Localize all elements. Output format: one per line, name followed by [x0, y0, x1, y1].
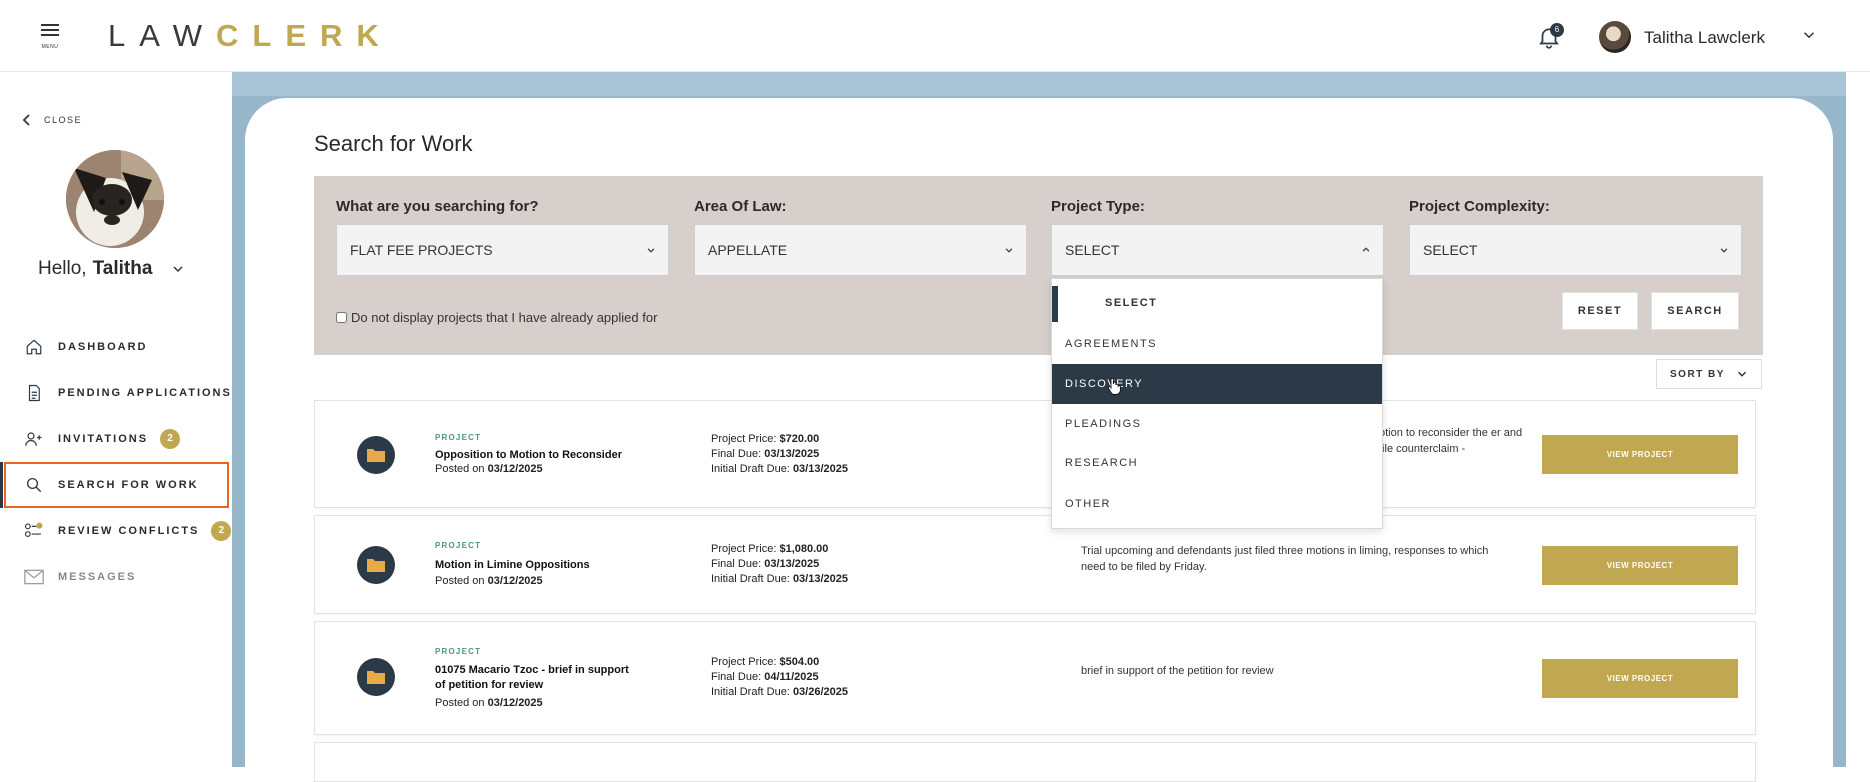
home-icon: [24, 337, 44, 357]
project-meta: Project Price: $1,080.00 Final Due: 03/1…: [711, 543, 848, 585]
invitations-count-badge: 2: [160, 429, 181, 449]
dog-photo-icon: [66, 150, 164, 248]
searching-for-label: What are you searching for?: [336, 198, 539, 215]
mail-icon: [24, 567, 44, 587]
menu-button[interactable]: MENU: [38, 22, 62, 52]
page-title: Search for Work: [314, 131, 473, 156]
folder-icon: [357, 546, 395, 584]
project-title[interactable]: 01075 Macario Tzoc - brief in support of…: [435, 663, 635, 693]
project-complexity-select[interactable]: SELECT: [1409, 224, 1742, 276]
sidebar-item-invitations[interactable]: INVITATIONS 2: [0, 416, 232, 462]
project-title[interactable]: Opposition to Motion to Reconsider: [435, 448, 635, 463]
posted-date: Posted on 03/12/2025: [435, 697, 543, 709]
dropdown-option-agreements[interactable]: AGREEMENTS: [1052, 324, 1382, 364]
reset-button[interactable]: RESET: [1562, 292, 1638, 330]
project-card: PROJECT Opposition to Motion to Reconsid…: [314, 400, 1756, 508]
chevron-left-icon: [22, 114, 30, 126]
sidebar-item-search-for-work[interactable]: SEARCH FOR WORK: [0, 462, 229, 508]
project-complexity-label: Project Complexity:: [1409, 198, 1550, 215]
top-bar: MENU LAWCLERK 6 Talitha Lawclerk: [0, 0, 1870, 72]
area-of-law-select[interactable]: APPELLATE: [694, 224, 1027, 276]
menu-label: MENU: [41, 44, 59, 50]
conflicts-icon: [24, 521, 44, 541]
chevron-down-icon: [1005, 248, 1013, 253]
greeting-prefix: Hello,: [38, 258, 87, 279]
notification-count-badge: 6: [1550, 23, 1564, 37]
posted-date: Posted on 03/12/2025: [435, 463, 543, 475]
project-meta: Project Price: $504.00 Final Due: 04/11/…: [711, 656, 848, 698]
greeting-menu[interactable]: Hello, Talitha: [38, 258, 186, 280]
chevron-down-icon: [647, 248, 655, 253]
project-tag: PROJECT: [435, 647, 482, 656]
sidebar-item-pending-applications[interactable]: PENDING APPLICATIONS: [0, 370, 232, 416]
sidebar-item-dashboard[interactable]: DASHBOARD: [0, 324, 232, 370]
area-of-law-label: Area Of Law:: [694, 198, 787, 215]
search-button[interactable]: SEARCH: [1651, 292, 1739, 330]
chevron-up-icon: [1362, 247, 1370, 252]
sidebar: CLOSE Hello, Talitha DASHBOARD PENDING A…: [0, 72, 232, 767]
project-description: otion to reconsider the er and file coun…: [1379, 427, 1523, 455]
view-project-button[interactable]: VIEW PROJECT: [1542, 435, 1738, 474]
user-name[interactable]: Talitha Lawclerk: [1644, 28, 1765, 48]
lawclerk-logo[interactable]: LAWCLERK: [108, 18, 393, 54]
project-type-dropdown: SELECT AGREEMENTS DISCOVERY PLEADINGS RE…: [1051, 278, 1383, 529]
document-icon: [24, 383, 44, 403]
view-project-button[interactable]: VIEW PROJECT: [1542, 546, 1738, 585]
posted-date: Posted on 03/12/2025: [435, 575, 543, 587]
folder-icon: [357, 436, 395, 474]
dropdown-option-select[interactable]: SELECT: [1052, 283, 1382, 323]
project-card: PROJECT 01075 Macario Tzoc - brief in su…: [314, 621, 1756, 735]
user-avatar[interactable]: [1599, 21, 1631, 53]
project-title[interactable]: Motion in Limine Oppositions: [435, 558, 635, 573]
chevron-down-icon: [1737, 371, 1746, 377]
chevron-down-icon: [173, 266, 183, 273]
dropdown-option-pleadings[interactable]: PLEADINGS: [1052, 404, 1382, 444]
sidebar-nav: DASHBOARD PENDING APPLICATIONS INVITATIO…: [0, 324, 232, 600]
sort-by-button[interactable]: SORT BY: [1656, 359, 1762, 389]
search-filters: What are you searching for? FLAT FEE PRO…: [314, 176, 1763, 355]
project-card: PROJECT Motion in Limine Oppositions Pos…: [314, 515, 1756, 614]
searching-for-select[interactable]: FLAT FEE PROJECTS: [336, 224, 669, 276]
close-label: CLOSE: [44, 115, 83, 125]
project-description: Trial upcoming and defendants just filed…: [1081, 545, 1489, 573]
project-tag: PROJECT: [435, 541, 482, 550]
dropdown-option-research[interactable]: RESEARCH: [1052, 443, 1382, 483]
chevron-down-icon: [1720, 248, 1728, 253]
greeting-name: Talitha: [92, 258, 153, 279]
hand-cursor-icon: [1107, 377, 1121, 395]
project-card: [314, 742, 1756, 782]
profile-photo: [66, 150, 164, 248]
hide-applied-checkbox-row[interactable]: Do not display projects that I have alre…: [336, 310, 657, 325]
sidebar-item-review-conflicts[interactable]: REVIEW CONFLICTS 2: [0, 508, 232, 554]
folder-icon: [357, 658, 395, 696]
project-tag: PROJECT: [435, 433, 482, 442]
project-meta: Project Price: $720.00 Final Due: 03/13/…: [711, 433, 848, 475]
dropdown-option-discovery[interactable]: DISCOVERY: [1052, 364, 1382, 404]
search-icon: [24, 475, 44, 495]
chevron-down-icon[interactable]: [1800, 26, 1818, 44]
conflicts-count-badge: 2: [211, 521, 232, 541]
view-project-button[interactable]: VIEW PROJECT: [1542, 659, 1738, 698]
project-description: brief in support of the petition for rev…: [1081, 665, 1274, 677]
close-sidebar-button[interactable]: CLOSE: [22, 114, 82, 126]
hide-applied-label: Do not display projects that I have alre…: [351, 310, 658, 325]
project-type-select[interactable]: SELECT: [1051, 224, 1384, 276]
add-user-icon: [24, 429, 44, 449]
dropdown-option-other[interactable]: OTHER: [1052, 484, 1382, 524]
sidebar-item-messages[interactable]: MESSAGES: [0, 554, 232, 600]
hide-applied-checkbox[interactable]: [336, 312, 347, 323]
project-type-label: Project Type:: [1051, 198, 1145, 215]
